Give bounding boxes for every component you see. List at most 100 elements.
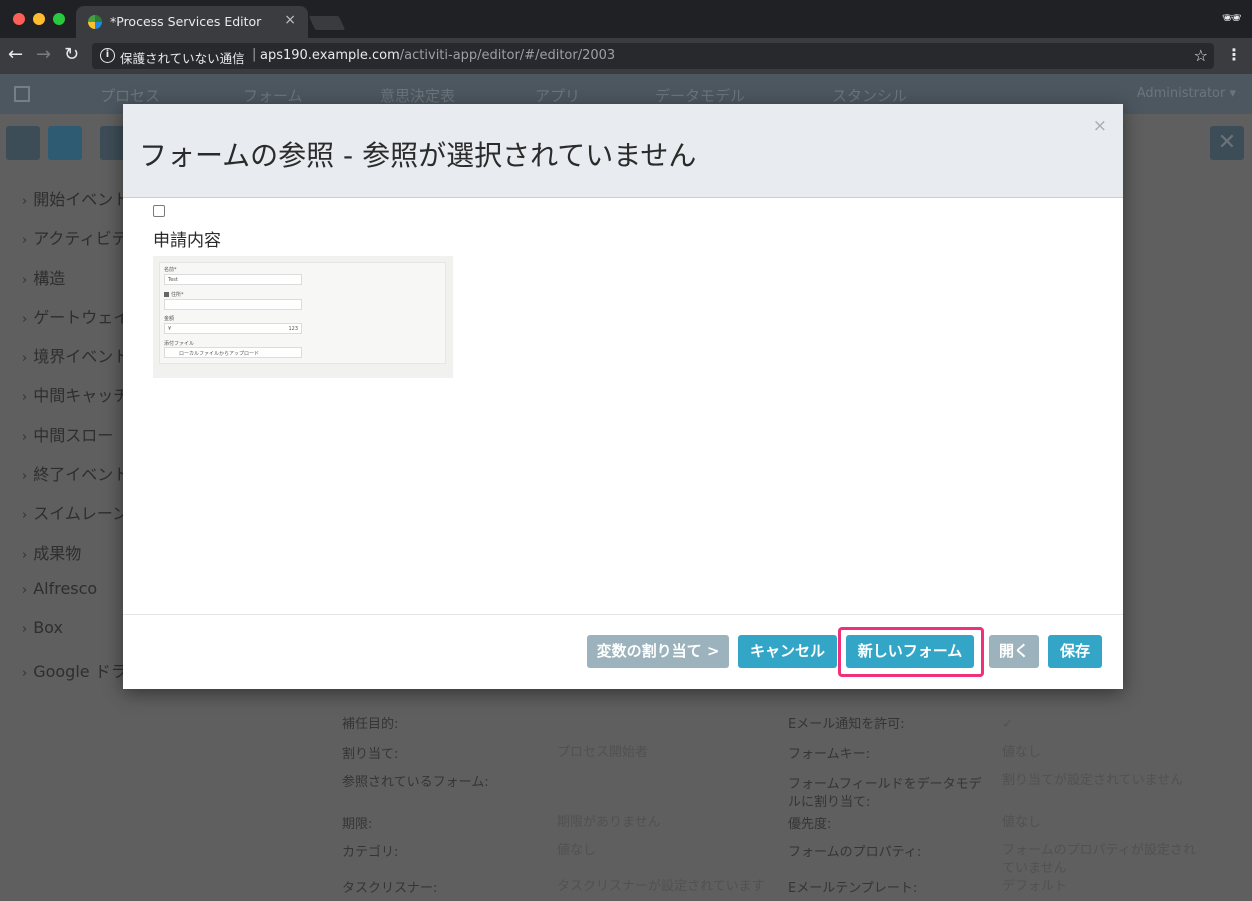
nav-item-decision-tables[interactable]: 意思決定表	[380, 85, 455, 106]
cancel-button[interactable]: キャンセル	[738, 635, 837, 668]
security-label: 保護されていない通信	[120, 51, 245, 66]
window-maximize-button[interactable]	[53, 13, 65, 25]
thumb-field-input: Test	[164, 274, 302, 285]
form-name[interactable]: 申請内容	[153, 226, 221, 251]
apps-grid-icon[interactable]	[14, 86, 30, 102]
palette-item-label: スイムレーン	[33, 504, 129, 524]
thumb-field-value: ローカルファイルからアップロード	[179, 351, 260, 357]
browser-tab[interactable]: *Process Services Editor ×	[76, 6, 308, 38]
chevron-right-icon: ›	[22, 469, 28, 485]
palette-item-label: 中間キャッチ	[33, 386, 130, 406]
property-label: カテゴリ:	[342, 845, 399, 860]
property-label: フォームのプロパティ:	[788, 845, 922, 860]
close-editor-icon[interactable]: ✕	[1210, 126, 1244, 160]
property-label: 参照されているフォーム:	[342, 775, 489, 790]
chevron-right-icon: ›	[22, 390, 28, 406]
url-path: /activiti-app/editor/#/editor/2003	[399, 48, 616, 63]
palette-item-label: Box	[33, 618, 63, 638]
property-value[interactable]: ✓	[1002, 716, 1013, 734]
thumb-field-value: Test	[168, 277, 178, 283]
palette-item-label: 境界イベント	[33, 347, 130, 367]
nav-item-stencils[interactable]: スタンシル	[832, 85, 907, 106]
nav-item-apps[interactable]: アプリ	[535, 85, 580, 106]
form-preview: 名前* Test 住所* 金額 ¥123 添付ファイル ローカルファイルからアッ…	[159, 262, 446, 364]
nav-item-process[interactable]: プロセス	[100, 85, 160, 106]
palette-item-label: 構造	[33, 268, 66, 288]
form-thumbnail[interactable]: 名前* Test 住所* 金額 ¥123 添付ファイル ローカルファイルからアッ…	[153, 256, 453, 378]
window-close-button[interactable]	[13, 13, 25, 25]
favicon-icon	[88, 15, 102, 29]
url-text: aps190.example.com/activiti-app/editor/#…	[260, 48, 615, 63]
url-separator: |	[252, 47, 257, 62]
chevron-right-icon: ›	[22, 194, 28, 209]
property-label: フォームキー:	[788, 747, 870, 762]
property-label: 割り当て:	[342, 747, 399, 762]
browser-menu-icon[interactable]: ⋮	[1226, 45, 1242, 64]
chevron-right-icon: ›	[22, 582, 28, 598]
thumb-field-input: ローカルファイルからアップロード	[164, 347, 302, 358]
reload-icon[interactable]: ↻	[64, 44, 79, 66]
palette-item-label: Alfresco	[33, 578, 98, 598]
tab-close-icon[interactable]: ×	[284, 12, 296, 28]
palette-item-label: 終了イベント	[33, 465, 130, 485]
tab-title: *Process Services Editor	[110, 14, 262, 29]
chevron-right-icon: ›	[22, 622, 28, 638]
property-label: 優先度:	[788, 817, 832, 832]
form-reference-dialog: フォームの参照 - 参照が選択されていません × 申請内容 名前* Test 住…	[123, 104, 1123, 689]
property-value[interactable]: 値なし	[557, 842, 596, 860]
new-tab-button[interactable]	[308, 16, 346, 30]
user-menu[interactable]: Administrator ▾	[1137, 86, 1236, 101]
property-value[interactable]: 値なし	[1002, 744, 1041, 762]
chevron-right-icon: ›	[22, 272, 28, 288]
property-label: Eメールテンプレート:	[788, 881, 918, 896]
property-value[interactable]: タスクリスナーが設定されています	[557, 878, 765, 896]
new-form-button[interactable]: 新しいフォーム	[846, 635, 974, 668]
chevron-right-icon: ›	[22, 547, 28, 563]
thumb-field-input: ¥123	[164, 323, 302, 334]
open-button[interactable]: 開く	[989, 635, 1039, 668]
palette-item-label: 開始イベント	[33, 190, 130, 209]
thumb-field-label: 名前*	[164, 267, 177, 273]
nav-item-forms[interactable]: フォーム	[243, 85, 303, 106]
palette-item-label: ゲートウェイ	[33, 307, 130, 327]
property-label: フォームフィールドをデータモデルに割り当て:	[788, 777, 982, 810]
bookmark-star-icon[interactable]: ☆	[1194, 46, 1208, 65]
save-button[interactable]: 保存	[1048, 635, 1102, 668]
chevron-right-icon: ›	[22, 508, 28, 524]
save-model-button[interactable]	[6, 126, 40, 160]
thumb-checkbox-icon	[164, 292, 169, 297]
thumb-field-label: 添付ファイル	[164, 341, 195, 347]
chevron-right-icon: ›	[22, 311, 28, 327]
thumb-field-label: 住所*	[171, 292, 184, 298]
chevron-right-icon: ›	[22, 351, 28, 367]
property-value[interactable]: 期限がありません	[557, 814, 661, 832]
thumb-field-suffix: 123	[288, 326, 298, 332]
browser-titlebar: *Process Services Editor × 🕶	[0, 0, 1252, 38]
back-icon[interactable]: ←	[8, 44, 23, 66]
assign-variables-button[interactable]: 変数の割り当て >	[587, 635, 729, 668]
validate-button[interactable]	[48, 126, 82, 160]
chevron-right-icon: ›	[22, 665, 28, 681]
property-label: Eメール通知を許可:	[788, 717, 905, 732]
property-value[interactable]: デフォルト	[1002, 878, 1067, 896]
property-label: 期限:	[342, 817, 373, 832]
form-select-checkbox[interactable]	[153, 205, 165, 217]
address-bar[interactable]: i 保護されていない通信 | aps190.example.com/activi…	[92, 43, 1214, 69]
close-icon[interactable]: ×	[1093, 116, 1107, 136]
dialog-header: フォームの参照 - 参照が選択されていません ×	[123, 104, 1123, 198]
palette-item-label: 中間スロー	[33, 425, 114, 445]
property-value[interactable]: プロセス開始者	[557, 744, 648, 762]
dialog-body: 申請内容 名前* Test 住所* 金額 ¥123 添付ファイル ローカルファイ…	[123, 198, 1123, 614]
property-label: タスクリスナー:	[342, 881, 438, 896]
window-minimize-button[interactable]	[33, 13, 45, 25]
dialog-footer: 変数の割り当て > キャンセル 新しいフォーム 開く 保存	[123, 614, 1123, 689]
dialog-title: フォームの参照 - 参照が選択されていません	[139, 139, 697, 172]
info-icon[interactable]: i	[100, 48, 115, 63]
forward-icon[interactable]: →	[36, 44, 51, 66]
property-value[interactable]: 割り当てが設定されていません	[1002, 772, 1183, 790]
url-host: aps190.example.com	[260, 48, 400, 63]
property-value[interactable]: フォームのプロパティが設定されていません	[1002, 842, 1202, 878]
browser-toolbar: ← → ↻ i 保護されていない通信 | aps190.example.com/…	[0, 38, 1252, 74]
property-value[interactable]: 値なし	[1002, 814, 1041, 832]
nav-item-data-models[interactable]: データモデル	[655, 85, 745, 106]
